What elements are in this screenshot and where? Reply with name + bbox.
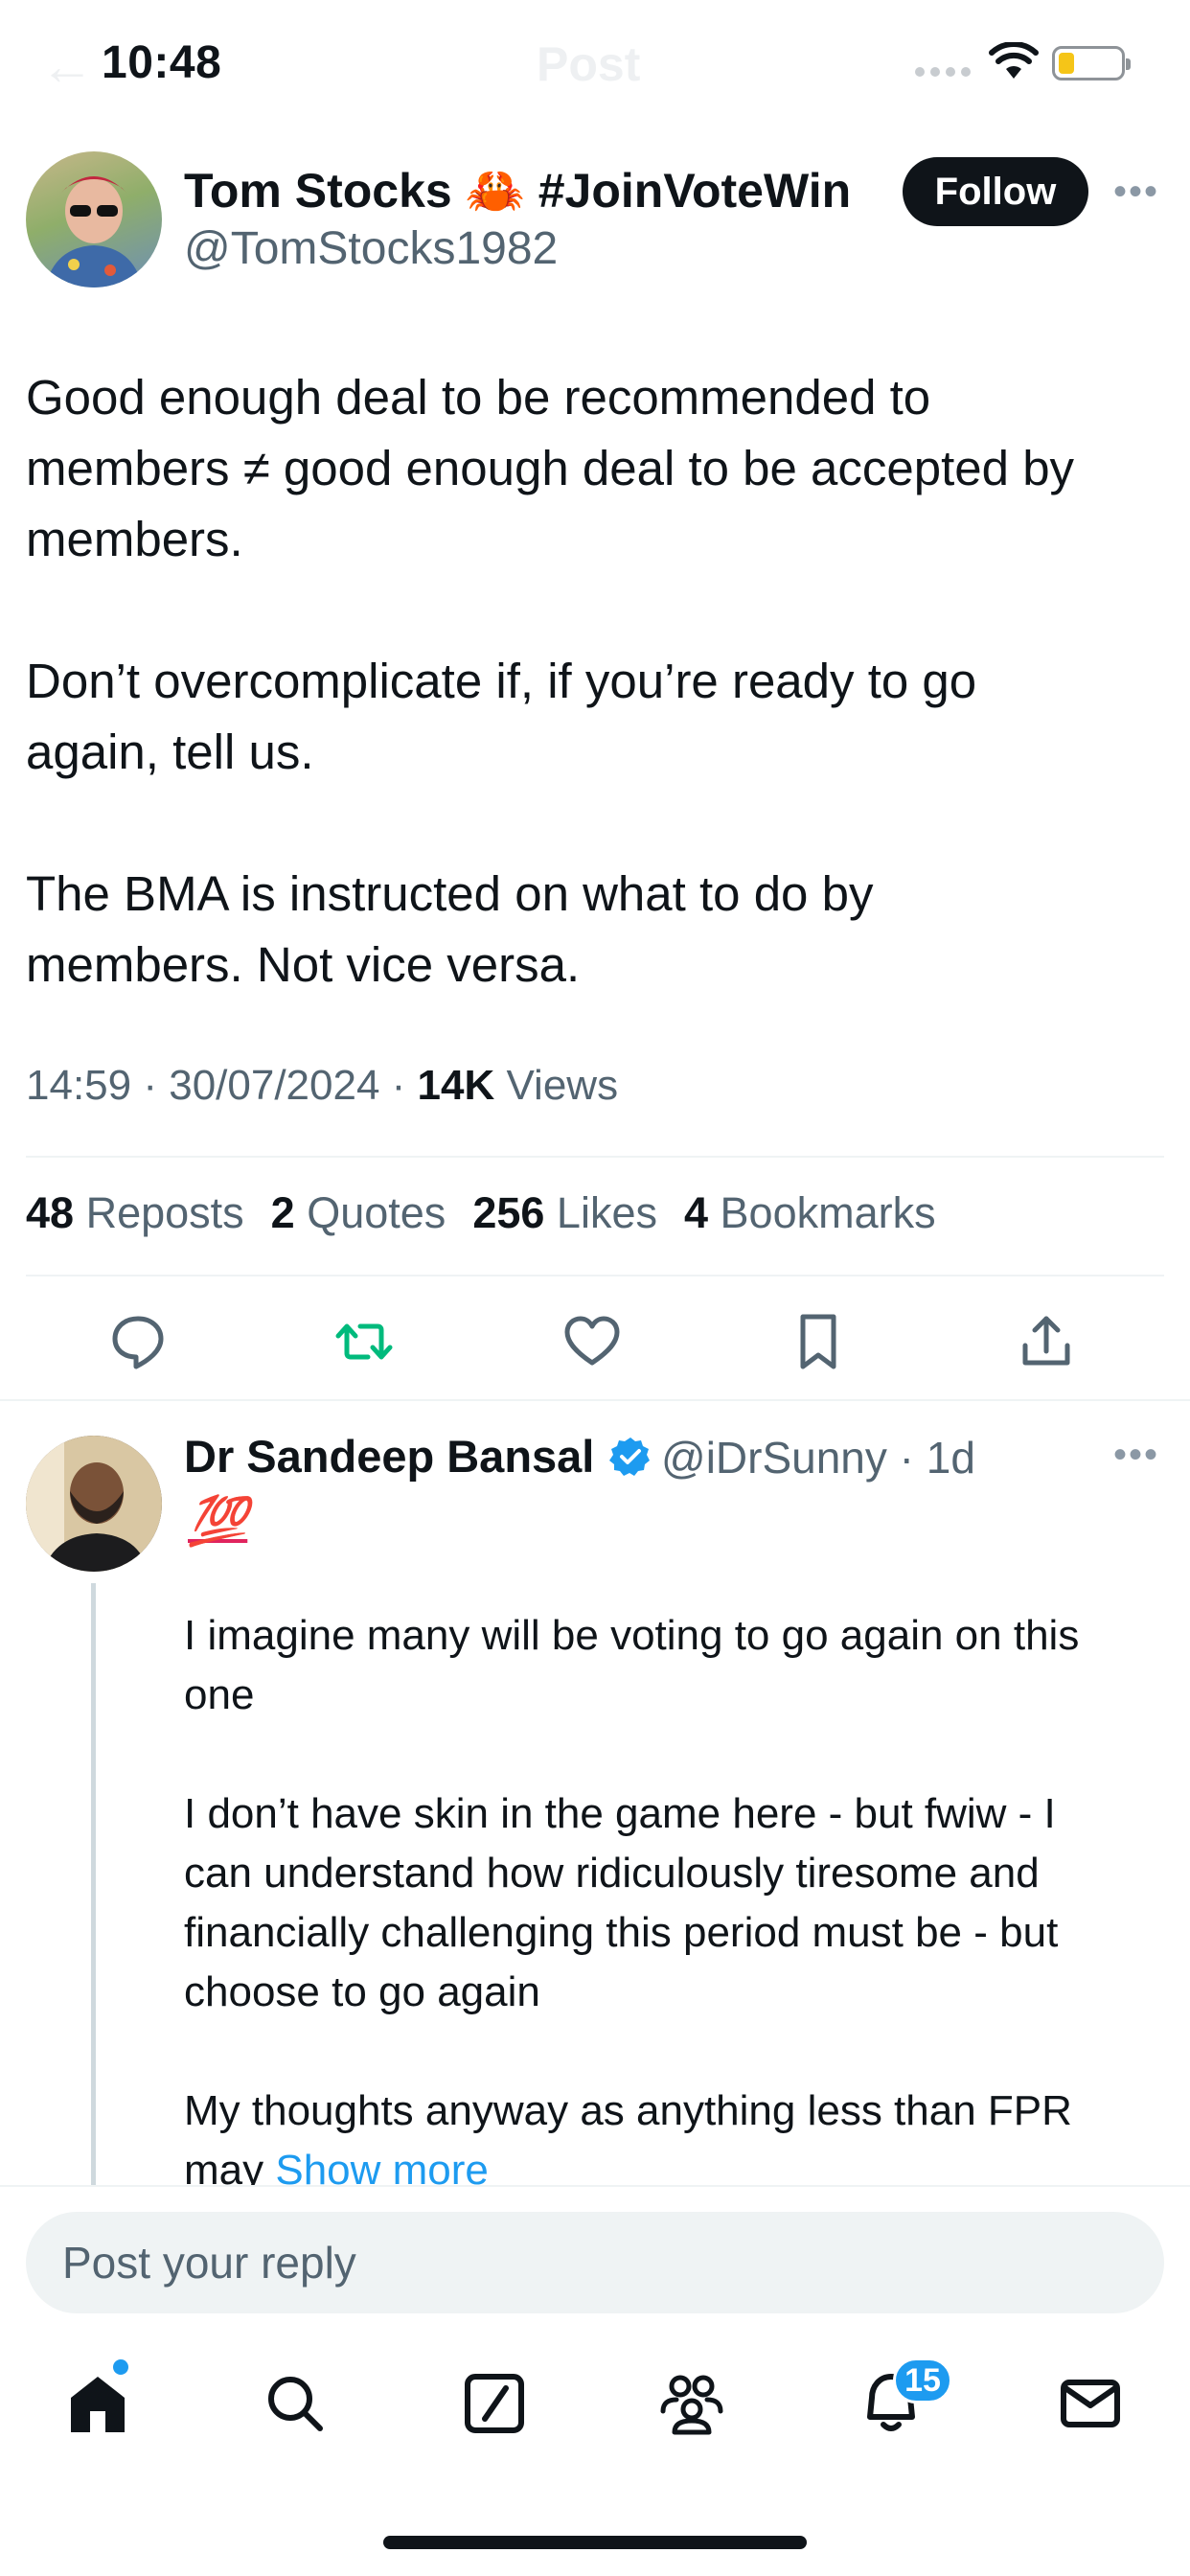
reply-input[interactable]: Post your reply xyxy=(26,2212,1164,2313)
notifications-badge: 15 xyxy=(893,2358,952,2404)
repost-icon[interactable] xyxy=(333,1311,395,1372)
tweet-timestamp: 14:59 · 30/07/2024 · 14K Views xyxy=(26,1062,619,1109)
battery-icon xyxy=(1052,46,1131,80)
reply-handle[interactable]: @iDrSunny · 1d xyxy=(661,1432,975,1484)
more-icon[interactable]: ••• xyxy=(1113,1434,1159,1477)
share-icon[interactable] xyxy=(1016,1311,1077,1372)
divider xyxy=(26,1156,1164,1158)
communities-icon[interactable] xyxy=(657,2369,726,2438)
thread-line xyxy=(91,1583,96,2187)
more-icon[interactable]: ••• xyxy=(1113,171,1159,214)
reply-icon[interactable] xyxy=(107,1311,169,1372)
author-name[interactable]: Tom Stocks 🦀 #JoinVoteWin xyxy=(184,163,851,219)
views-label[interactable]: Views xyxy=(507,1062,619,1109)
divider xyxy=(0,2185,1190,2187)
bookmark-icon[interactable] xyxy=(788,1311,849,1372)
reply-author-name[interactable]: Dr Sandeep Bansal xyxy=(184,1430,594,1483)
reposts-stat[interactable]: 48 Reposts xyxy=(26,1188,244,1238)
wifi-icon xyxy=(989,42,1039,79)
back-arrow-icon[interactable]: ← xyxy=(40,34,94,97)
engagement-stats: 48 Reposts 2 Quotes 256 Likes 4 Bookmark… xyxy=(26,1188,936,1238)
author-avatar[interactable] xyxy=(26,151,162,288)
bookmarks-stat[interactable]: 4 Bookmarks xyxy=(684,1188,936,1238)
follow-button[interactable]: Follow xyxy=(903,157,1088,226)
divider xyxy=(0,1399,1190,1401)
home-unread-dot xyxy=(113,2359,128,2375)
messages-icon[interactable] xyxy=(1056,2369,1125,2438)
reply-author-avatar[interactable] xyxy=(26,1436,162,1572)
reply-emoji: 💯 xyxy=(188,1494,248,1548)
reply-age: 1d xyxy=(926,1433,975,1483)
divider xyxy=(26,1275,1164,1276)
author-handle[interactable]: @TomStocks1982 xyxy=(184,222,558,275)
like-icon[interactable] xyxy=(561,1311,623,1372)
likes-stat[interactable]: 256 Likes xyxy=(472,1188,657,1238)
verified-icon xyxy=(609,1438,650,1476)
home-indicator[interactable] xyxy=(383,2536,807,2549)
views-count: 14K xyxy=(417,1062,495,1109)
tweet-text: Good enough deal to be recommended to me… xyxy=(26,370,1075,992)
grok-icon[interactable] xyxy=(460,2369,529,2438)
home-icon[interactable] xyxy=(63,2369,132,2438)
tweet-date: 30/07/2024 xyxy=(169,1062,380,1109)
search-icon[interactable] xyxy=(261,2369,330,2438)
status-time: 10:48 xyxy=(102,37,222,88)
reply-text: I imagine many will be voting to go agai… xyxy=(184,1612,1080,2194)
cellular-signal-icon xyxy=(915,67,971,77)
header-title: Post xyxy=(537,37,641,91)
tweet-time: 14:59 xyxy=(26,1062,132,1109)
quotes-stat[interactable]: 2 Quotes xyxy=(271,1188,446,1238)
